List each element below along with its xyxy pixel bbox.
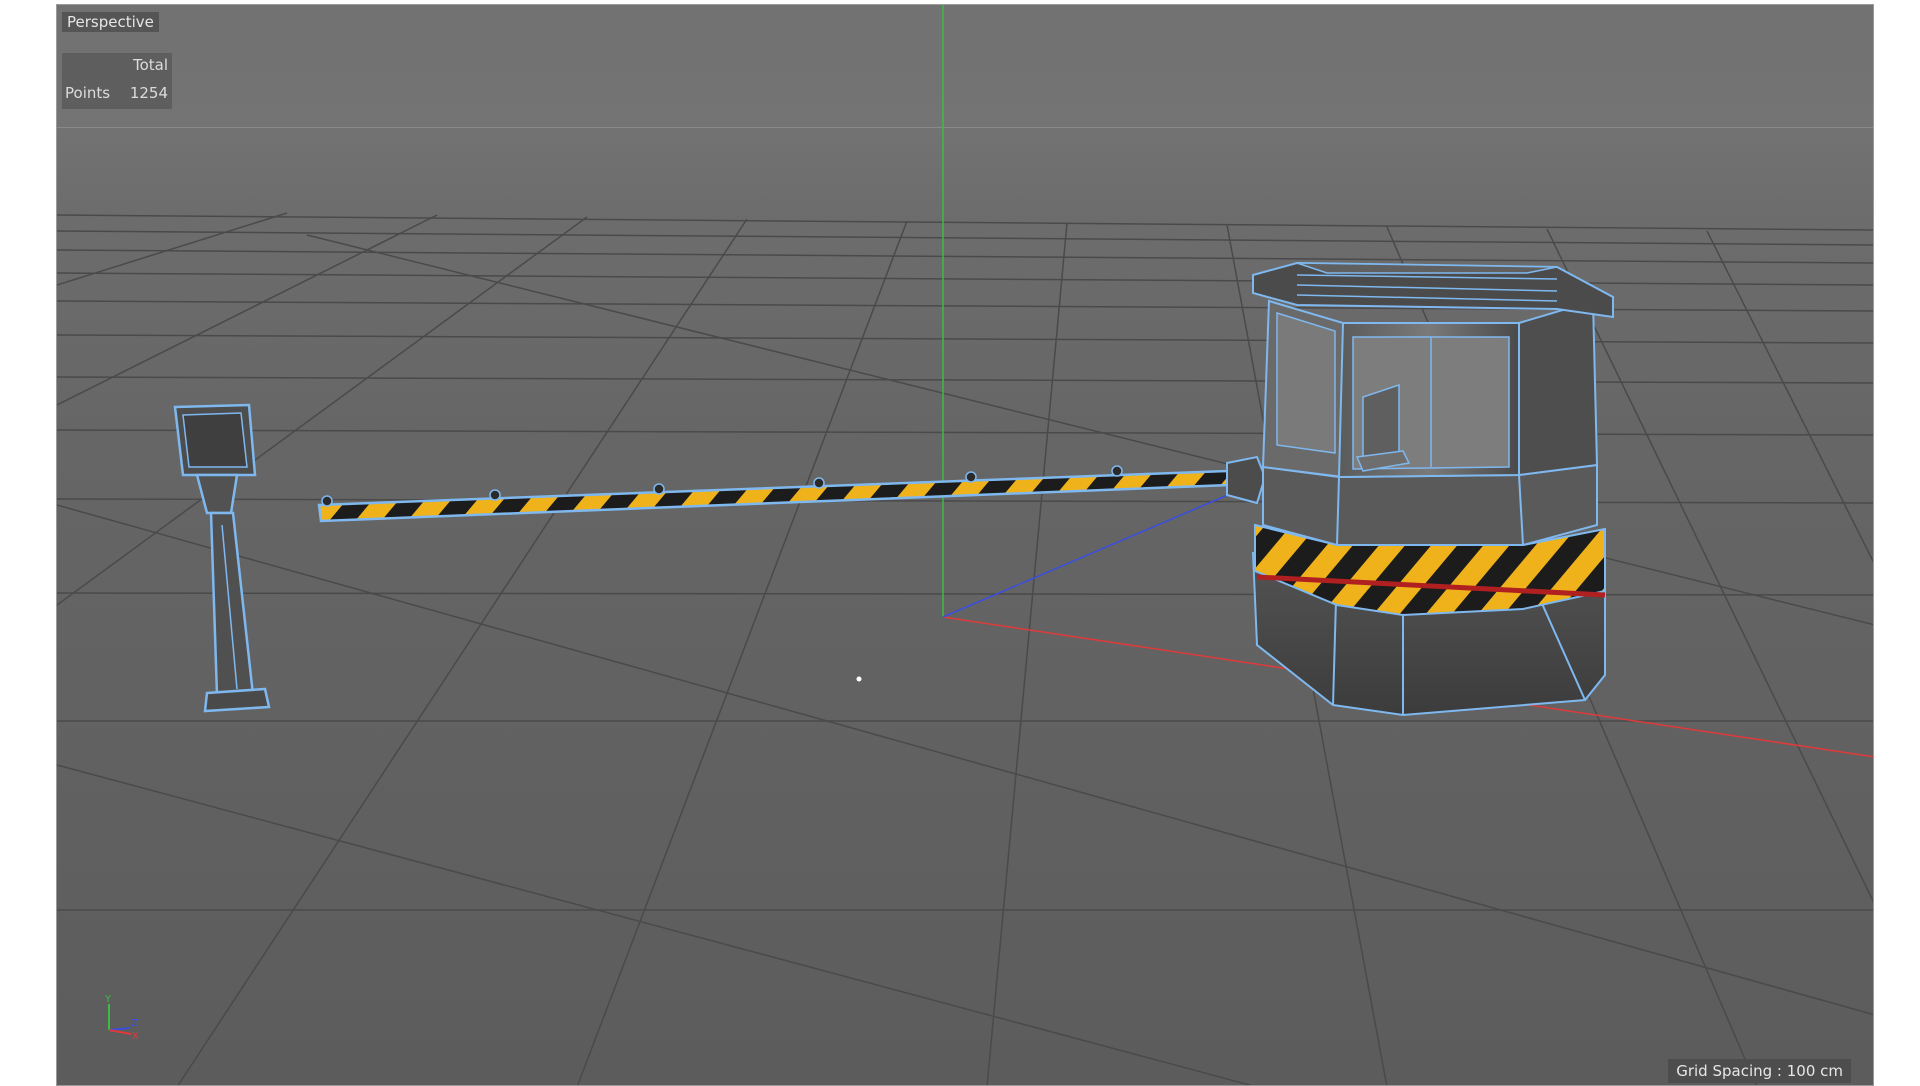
scene-canvas[interactable] xyxy=(57,5,1874,1086)
stats-points-label: Points xyxy=(65,84,111,102)
grid-spacing-readout: Grid Spacing : 100 cm xyxy=(1668,1059,1851,1083)
guard-booth[interactable] xyxy=(1251,261,1614,717)
world-origin-dot xyxy=(856,676,862,682)
statistics-overlay: Total Points 1254 xyxy=(62,53,172,109)
viewport-view-label[interactable]: Perspective xyxy=(62,12,159,32)
gizmo-z-label: Z xyxy=(131,1018,138,1029)
barrier-arm[interactable] xyxy=(317,455,1267,523)
gizmo-x-label: X xyxy=(132,1031,139,1040)
z-axis-line xyxy=(942,490,1238,618)
stats-header: Total xyxy=(132,56,168,74)
stats-points-value: 1254 xyxy=(129,84,168,102)
axis-gizmo-icon: Y Z X xyxy=(104,994,139,1040)
gizmo-y-label: Y xyxy=(104,994,112,1005)
3d-viewport[interactable]: Perspective Total Points 1254 Grid Spaci… xyxy=(56,4,1874,1086)
gate-post[interactable] xyxy=(173,403,271,713)
